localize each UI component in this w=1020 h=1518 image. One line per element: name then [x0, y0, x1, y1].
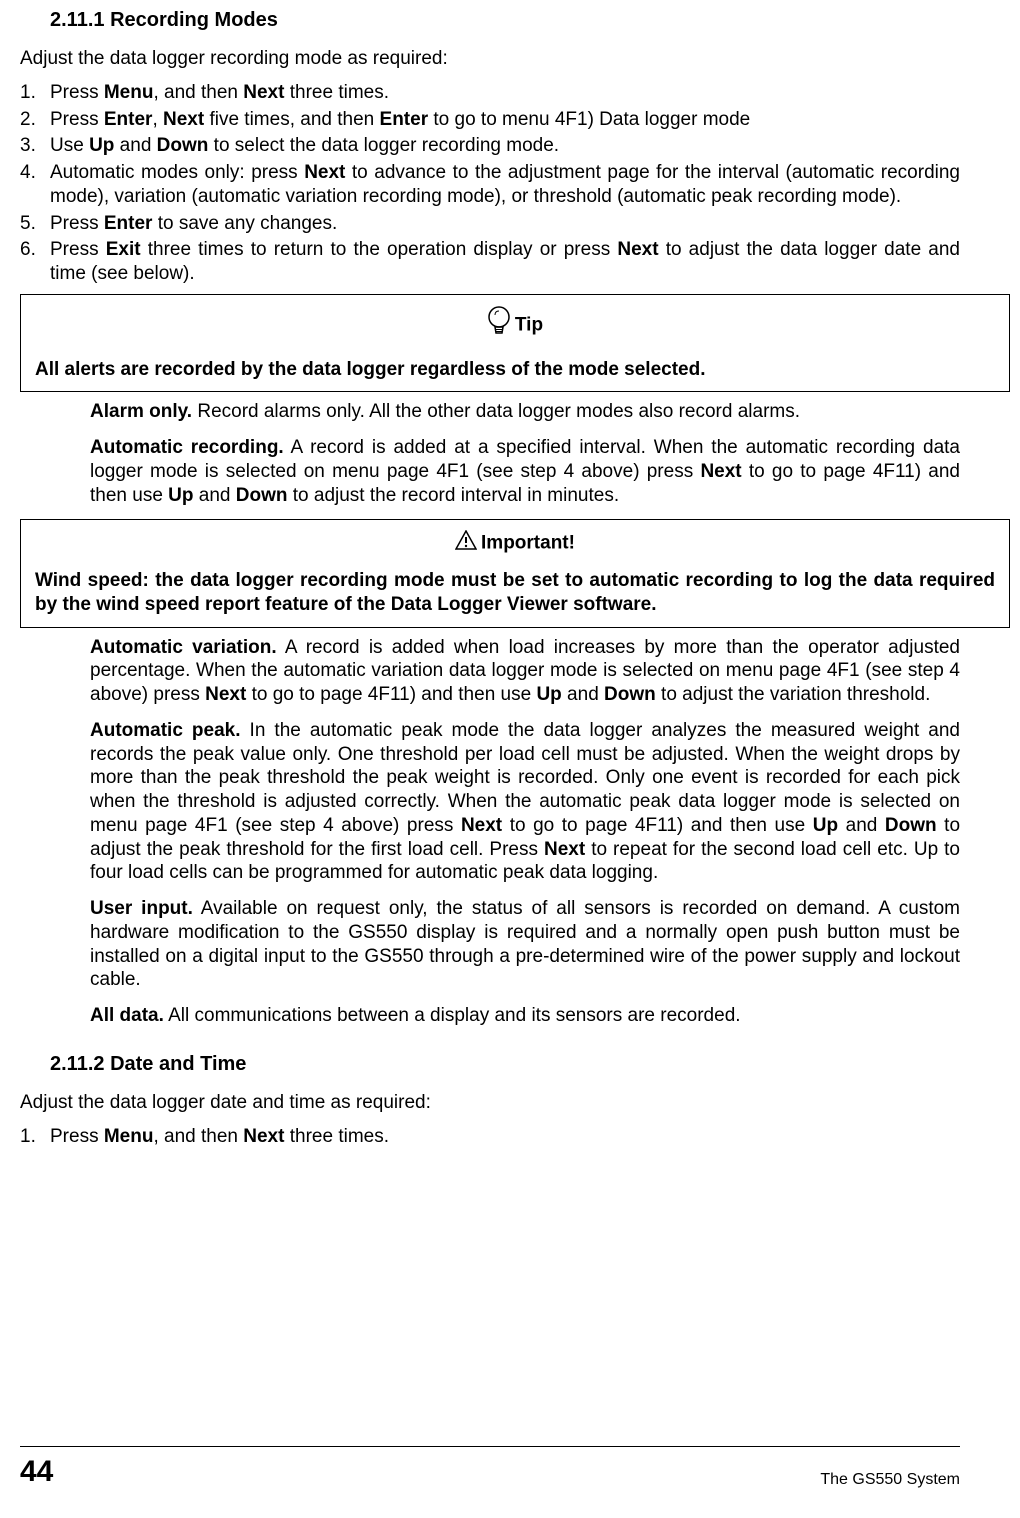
section-heading-recording-modes: 2.11.1 Recording Modes: [50, 8, 960, 33]
step-number: 4.: [20, 161, 50, 209]
mode-alarm-only: Alarm only. Record alarms only. All the …: [90, 400, 960, 424]
mode-automatic-peak: Automatic peak. In the automatic peak mo…: [90, 719, 960, 885]
step-text: Automatic modes only: press Next to adva…: [50, 161, 960, 209]
mode-body: Record alarms only. All the other data l…: [192, 401, 800, 422]
step-number: 5.: [20, 212, 50, 236]
mode-title: User input.: [90, 898, 193, 919]
important-body: Wind speed: the data logger recording mo…: [35, 569, 995, 617]
section-number: 2.11.2: [50, 1053, 105, 1075]
mode-all-data: All data. All communications between a d…: [90, 1004, 960, 1028]
mode-title: Automatic recording.: [90, 437, 284, 458]
step-text: Press Enter, Next five times, and then E…: [50, 108, 960, 132]
mode-title: All data.: [90, 1005, 164, 1026]
step-number: 6.: [20, 238, 50, 286]
section-number: 2.11.1: [50, 9, 105, 31]
mode-automatic-recording: Automatic recording. A record is added a…: [90, 436, 960, 507]
mode-body: All communications between a display and…: [164, 1005, 741, 1026]
section-title: Date and Time: [110, 1053, 246, 1075]
step-number: 1.: [20, 81, 50, 105]
tip-body: All alerts are recorded by the data logg…: [35, 358, 995, 382]
step-4: 4. Automatic modes only: press Next to a…: [20, 161, 960, 209]
step-2: 2. Press Enter, Next five times, and the…: [20, 108, 960, 132]
important-header: Important!: [35, 530, 995, 557]
mode-user-input: User input. Available on request only, t…: [90, 897, 960, 992]
lightbulb-icon: [487, 305, 511, 346]
page-number: 44: [20, 1453, 53, 1491]
intro-text: Adjust the data logger recording mode as…: [20, 47, 960, 71]
steps-list-1: 1. Press Menu, and then Next three times…: [20, 81, 960, 286]
steps-list-2: 1. Press Menu, and then Next three times…: [20, 1125, 960, 1149]
step-text: Press Exit three times to return to the …: [50, 238, 960, 286]
step-5: 5. Press Enter to save any changes.: [20, 212, 960, 236]
step-text: Use Up and Down to select the data logge…: [50, 134, 960, 158]
step-number: 2.: [20, 108, 50, 132]
step-3: 3. Use Up and Down to select the data lo…: [20, 134, 960, 158]
mode-title: Automatic peak.: [90, 720, 241, 741]
mode-title: Automatic variation.: [90, 637, 277, 658]
document-title: The GS550 System: [820, 1470, 960, 1490]
step-text: Press Menu, and then Next three times.: [50, 81, 960, 105]
section-heading-date-time: 2.11.2 Date and Time: [50, 1052, 960, 1077]
mode-automatic-variation: Automatic variation. A record is added w…: [90, 636, 960, 707]
tip-box: Tip All alerts are recorded by the data …: [20, 294, 1010, 393]
mode-body: Available on request only, the status of…: [90, 898, 960, 990]
intro-text: Adjust the data logger date and time as …: [20, 1091, 960, 1115]
mode-title: Alarm only.: [90, 401, 192, 422]
tip-header: Tip: [35, 305, 995, 346]
page-footer: 44 The GS550 System: [20, 1446, 960, 1491]
step-6: 6. Press Exit three times to return to t…: [20, 238, 960, 286]
step-text: Press Menu, and then Next three times.: [50, 1125, 960, 1149]
tip-label: Tip: [515, 314, 543, 335]
important-label: Important!: [481, 533, 575, 554]
step-number: 3.: [20, 134, 50, 158]
section-title: Recording Modes: [110, 9, 278, 31]
warning-icon: [455, 530, 477, 557]
step-number: 1.: [20, 1125, 50, 1149]
step-1: 1. Press Menu, and then Next three times…: [20, 81, 960, 105]
important-box: Important! Wind speed: the data logger r…: [20, 519, 1010, 627]
step-1: 1. Press Menu, and then Next three times…: [20, 1125, 960, 1149]
step-text: Press Enter to save any changes.: [50, 212, 960, 236]
